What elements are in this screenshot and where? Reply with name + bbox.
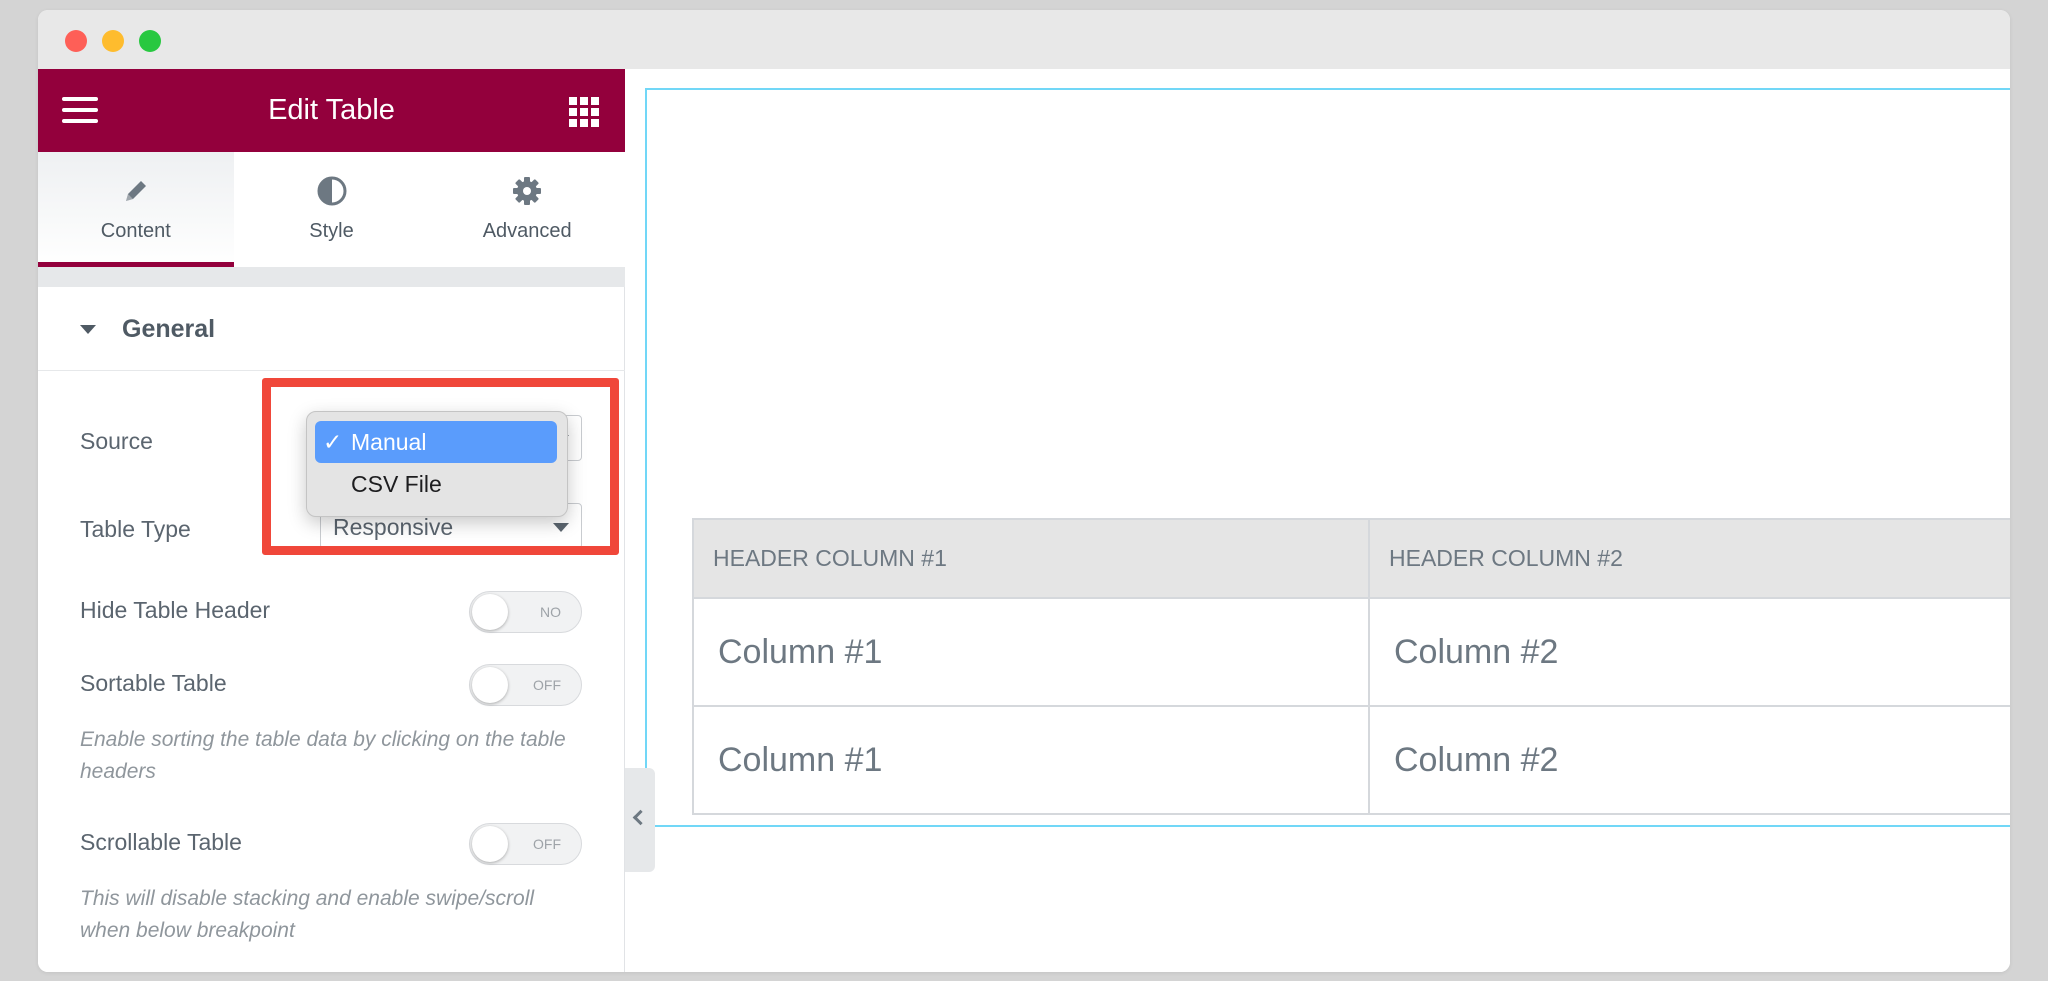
tab-advanced-label: Advanced	[482, 220, 572, 242]
tab-content-label: Content	[100, 220, 171, 242]
minimize-window-button[interactable]	[102, 30, 124, 52]
tab-style-label: Style	[309, 220, 354, 242]
source-dropdown-menu: ✓ Manual CSV File	[306, 411, 568, 517]
half-circle-icon	[317, 176, 346, 206]
close-window-button[interactable]	[65, 30, 87, 52]
hide-header-toggle[interactable]: NO	[469, 591, 582, 633]
table-cell: Column #1	[692, 597, 1370, 707]
collapse-panel-button[interactable]	[625, 768, 655, 872]
table-cell: Column #2	[1368, 597, 2010, 707]
toggle-knob	[472, 826, 508, 862]
tab-style[interactable]: Style	[234, 152, 430, 267]
option-manual[interactable]: ✓ Manual	[315, 421, 557, 463]
section-general-header[interactable]: General	[38, 287, 625, 371]
checkmark-icon: ✓	[323, 429, 343, 455]
editor-panel: Edit Table Content Style Advanced Genera…	[38, 69, 625, 972]
chevron-left-icon	[632, 809, 649, 826]
table-type-label: Table Type	[80, 516, 191, 542]
toggle-state: NO	[540, 604, 561, 620]
scrollable-description: This will disable stacking and enable sw…	[80, 887, 535, 942]
table-header-row: HEADER COLUMN #1 HEADER COLUMN #2	[692, 518, 2010, 599]
pencil-icon	[125, 181, 146, 201]
table-header-cell[interactable]: HEADER COLUMN #2	[1368, 518, 2010, 599]
option-manual-label: Manual	[351, 429, 427, 455]
option-csv-file[interactable]: CSV File	[315, 463, 557, 505]
gear-icon	[513, 177, 542, 205]
table-cell: Column #2	[1368, 705, 2010, 815]
toggle-knob	[472, 667, 508, 703]
caret-down-icon	[80, 325, 96, 334]
tab-content[interactable]: Content	[38, 152, 234, 267]
scrollable-toggle[interactable]: OFF	[469, 823, 582, 865]
grid-apps-icon[interactable]	[569, 97, 599, 127]
panel-header: Edit Table	[38, 69, 625, 152]
panel-tabs: Content Style Advanced	[38, 152, 625, 267]
source-label: Source	[80, 428, 153, 454]
table-cell: Column #1	[692, 705, 1370, 815]
toggle-state: OFF	[533, 677, 561, 693]
toggle-state: OFF	[533, 836, 561, 852]
table-row: Column #1 Column #2	[692, 705, 2010, 815]
panel-title: Edit Table	[268, 94, 395, 126]
section-title: General	[122, 315, 216, 343]
window-titlebar	[38, 10, 2010, 69]
toggle-knob	[472, 594, 508, 630]
sortable-toggle[interactable]: OFF	[469, 664, 582, 706]
zoom-window-button[interactable]	[139, 30, 161, 52]
hamburger-menu-icon[interactable]	[62, 97, 98, 125]
sortable-label: Sortable Table	[80, 670, 227, 696]
preview-canvas: HEADER COLUMN #1 HEADER COLUMN #2 Column…	[625, 69, 2010, 972]
scrollable-label: Scrollable Table	[80, 829, 242, 855]
hide-header-label: Hide Table Header	[80, 597, 271, 623]
app-window: Edit Table Content Style Advanced Genera…	[38, 10, 2010, 972]
table-header-cell[interactable]: HEADER COLUMN #1	[692, 518, 1370, 599]
data-table: HEADER COLUMN #1 HEADER COLUMN #2 Column…	[692, 518, 2010, 815]
option-csv-file-label: CSV File	[351, 471, 442, 497]
sortable-description: Enable sorting the table data by clickin…	[80, 728, 566, 783]
tab-advanced[interactable]: Advanced	[429, 152, 625, 267]
section-separator	[38, 267, 625, 287]
table-row: Column #1 Column #2	[692, 597, 2010, 707]
